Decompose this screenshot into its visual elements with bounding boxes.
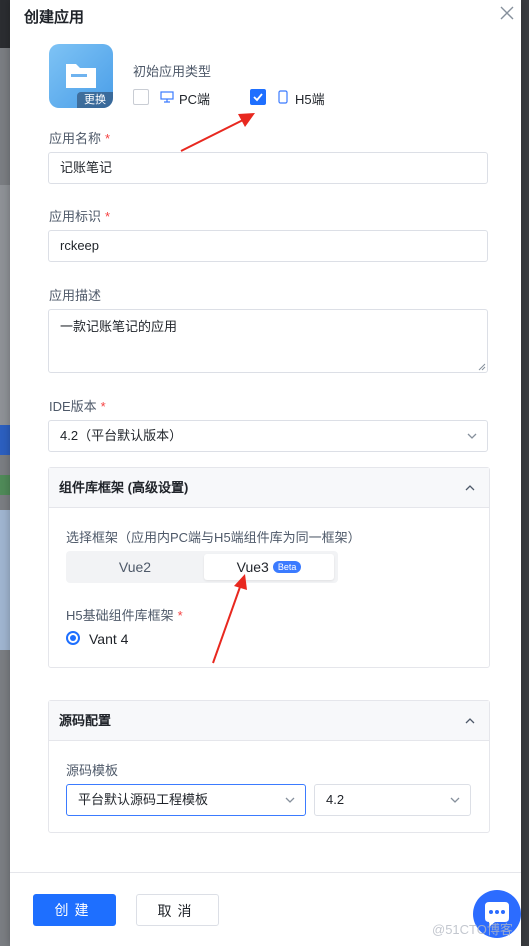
- required-mark: *: [177, 608, 183, 623]
- source-template-label: 源码模板: [66, 763, 119, 778]
- background-block: [0, 475, 10, 495]
- h5-checkbox[interactable]: [250, 89, 266, 105]
- h5-framework-label: H5基础组件库框架 *: [66, 605, 183, 624]
- background-block: [0, 0, 10, 48]
- framework-option-vue3-label: Vue3: [236, 559, 269, 575]
- framework-option-vue3[interactable]: Vue3 Beta: [204, 554, 334, 580]
- dialog-title: 创建应用: [24, 9, 85, 26]
- h5-option-label: H5端: [295, 92, 325, 107]
- create-button[interactable]: 创建: [33, 894, 116, 926]
- source-template-select[interactable]: 平台默认源码工程模板: [66, 784, 306, 816]
- app-name-label: 应用名称 *: [49, 128, 110, 147]
- source-version-select[interactable]: 4.2: [314, 784, 471, 816]
- pc-checkbox[interactable]: [133, 89, 149, 105]
- source-panel-header[interactable]: 源码配置: [49, 701, 489, 741]
- required-mark: *: [105, 209, 111, 224]
- footer-divider: [10, 872, 521, 873]
- ide-version-label: IDE版本 *: [49, 396, 106, 415]
- background-block: [0, 425, 10, 455]
- required-mark: *: [105, 131, 111, 146]
- app-id-input[interactable]: rckeep: [48, 230, 488, 262]
- required-mark: *: [100, 399, 106, 414]
- mobile-icon: [278, 90, 288, 104]
- chevron-up-icon: [465, 718, 475, 724]
- background-page-strip: [0, 0, 10, 946]
- framework-panel-title: 组件库框架 (高级设置): [59, 480, 189, 495]
- source-version-value: 4.2: [326, 792, 345, 807]
- framework-segmented-control: Vue2 Vue3 Beta: [66, 551, 338, 583]
- vant4-radio-label: Vant 4: [89, 631, 129, 647]
- app-type-label: 初始应用类型: [133, 64, 212, 79]
- framework-panel-header[interactable]: 组件库框架 (高级设置): [49, 468, 489, 508]
- ide-version-label-text: IDE版本: [49, 399, 97, 414]
- chevron-up-icon: [465, 485, 475, 491]
- chevron-down-icon: [450, 797, 460, 803]
- app-id-label: 应用标识 *: [49, 206, 110, 225]
- monitor-icon: [160, 91, 174, 103]
- chevron-down-icon: [285, 797, 295, 803]
- check-icon: [253, 93, 263, 102]
- cancel-button[interactable]: 取消: [136, 894, 219, 926]
- replace-icon-button[interactable]: 更换: [77, 92, 113, 108]
- background-block: [0, 510, 10, 650]
- app-icon[interactable]: 更换: [49, 44, 113, 108]
- watermark: @51CTO博客: [432, 922, 513, 937]
- ide-version-select[interactable]: 4.2（平台默认版本）: [48, 420, 488, 452]
- resize-handle-icon[interactable]: [478, 363, 486, 371]
- close-icon[interactable]: [500, 6, 514, 20]
- app-desc-textarea[interactable]: 一款记账笔记的应用: [48, 309, 488, 373]
- app-name-input[interactable]: 记账笔记: [48, 152, 488, 184]
- background-block: [0, 185, 10, 425]
- create-app-dialog: 创建应用 更换 初始应用类型 PC端 H5端 应用名称 * 记账笔记 应用标识 * …: [10, 0, 521, 946]
- background-right-strip: [521, 0, 529, 946]
- ide-version-value: 4.2（平台默认版本）: [60, 428, 183, 443]
- chevron-down-icon: [467, 433, 477, 439]
- app-id-label-text: 应用标识: [49, 209, 102, 224]
- framework-select-label: 选择框架（应用内PC端与H5端组件库为同一框架）: [66, 530, 361, 545]
- source-template-value: 平台默认源码工程模板: [78, 792, 209, 807]
- h5-framework-label-text: H5基础组件库框架: [66, 608, 174, 623]
- source-panel: 源码配置 源码模板 平台默认源码工程模板 4.2: [48, 700, 490, 833]
- app-name-label-text: 应用名称: [49, 131, 102, 146]
- vant4-radio[interactable]: [66, 631, 80, 645]
- source-panel-title: 源码配置: [59, 713, 112, 728]
- framework-panel: 组件库框架 (高级设置) 选择框架（应用内PC端与H5端组件库为同一框架） Vu…: [48, 467, 490, 668]
- beta-badge: Beta: [272, 561, 302, 573]
- pc-option-label: PC端: [179, 92, 211, 107]
- app-desc-label: 应用描述: [49, 288, 102, 303]
- framework-option-vue2[interactable]: Vue2: [69, 554, 201, 580]
